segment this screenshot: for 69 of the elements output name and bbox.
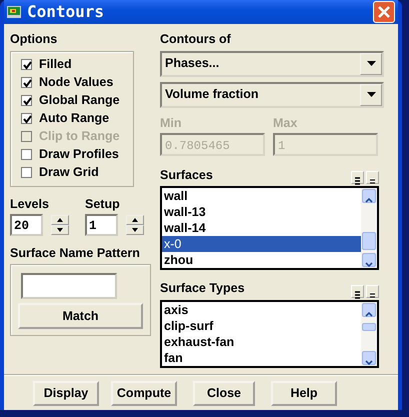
scroll-up-button[interactable] — [362, 303, 376, 317]
deselect-all-button[interactable] — [366, 171, 379, 184]
checkbox-label: Clip to Range — [39, 128, 120, 146]
scrollbar[interactable] — [361, 188, 377, 268]
dropdown-arrow-icon — [366, 92, 376, 98]
list-item[interactable]: wall-14 — [162, 220, 361, 236]
spin-up-button[interactable] — [51, 214, 69, 224]
checkbox-label: Node Values — [39, 74, 114, 92]
spinner-label: Levels — [10, 196, 50, 213]
number-field[interactable]: 20 — [10, 214, 43, 236]
spinner-label: Setup — [85, 196, 121, 213]
number-field: 1 — [273, 132, 378, 156]
scrollbar-thumb[interactable] — [362, 232, 376, 250]
dialog-button[interactable]: Compute — [111, 381, 177, 406]
dialog-button[interactable]: Help — [271, 381, 337, 406]
list-item[interactable]: axis — [162, 302, 361, 318]
close-button[interactable] — [373, 1, 395, 23]
checkbox[interactable] — [21, 59, 32, 70]
dropdown-arrow-icon — [366, 61, 376, 66]
dropdown[interactable]: Volume fraction — [160, 82, 384, 108]
field-label: Min — [160, 114, 183, 132]
group-label: Options — [10, 31, 58, 48]
triangle-up-icon — [56, 216, 64, 222]
scroll-down-button[interactable] — [362, 351, 376, 365]
window-title: Contours — [27, 1, 106, 23]
list-item[interactable]: wall-13 — [162, 204, 361, 220]
checkbox[interactable] — [21, 95, 32, 106]
triangle-up-icon — [131, 216, 139, 222]
list-item[interactable]: zhou — [162, 252, 361, 268]
select-all-button[interactable] — [351, 171, 364, 184]
number-field: 0.7805465 — [160, 132, 265, 156]
triangle-down-icon — [131, 226, 139, 232]
scrollbar[interactable] — [361, 302, 377, 366]
deselect-all-button[interactable] — [366, 285, 379, 298]
spin-up-button[interactable] — [126, 214, 144, 224]
spin-down-button[interactable] — [126, 224, 144, 234]
checkbox-label: Auto Range — [39, 110, 110, 128]
checkbox[interactable] — [21, 149, 32, 160]
list-item[interactable]: exhaust-fan — [162, 334, 361, 350]
dropdown[interactable]: Phases... — [160, 50, 384, 77]
scroll-down-button[interactable] — [362, 253, 376, 268]
checkbox-label: Filled — [39, 56, 72, 74]
checkbox[interactable] — [21, 113, 32, 124]
dialog-button[interactable]: Display — [33, 381, 99, 406]
field-label: Max — [273, 114, 298, 132]
dialog-button[interactable]: Close — [193, 381, 255, 406]
spin-down-button[interactable] — [51, 224, 69, 234]
list-item[interactable]: fan — [162, 350, 361, 366]
scroll-up-button[interactable] — [362, 189, 376, 204]
group-label: Surface Name Pattern — [10, 244, 141, 262]
list-item[interactable]: clip-surf — [162, 318, 361, 334]
number-field[interactable]: 1 — [85, 214, 118, 236]
list-label: Surface Types — [160, 280, 246, 298]
section-label: Contours of — [160, 31, 232, 48]
checkbox-label: Draw Grid — [39, 164, 99, 182]
text-field[interactable] — [21, 273, 117, 300]
checkbox-label: Global Range — [39, 92, 120, 110]
checkbox-label: Draw Profiles — [39, 146, 119, 164]
scrollbar-thumb[interactable] — [362, 323, 376, 331]
list-item[interactable]: x-0 — [162, 236, 361, 252]
list-label: Surfaces — [160, 166, 214, 184]
app-icon — [7, 6, 21, 18]
match-button[interactable]: Match — [18, 303, 143, 330]
triangle-down-icon — [56, 226, 64, 232]
checkbox[interactable] — [21, 167, 32, 178]
select-all-button[interactable] — [351, 285, 364, 298]
list-item[interactable]: wall — [162, 188, 361, 204]
close-icon — [378, 6, 390, 18]
checkbox[interactable] — [21, 77, 32, 88]
